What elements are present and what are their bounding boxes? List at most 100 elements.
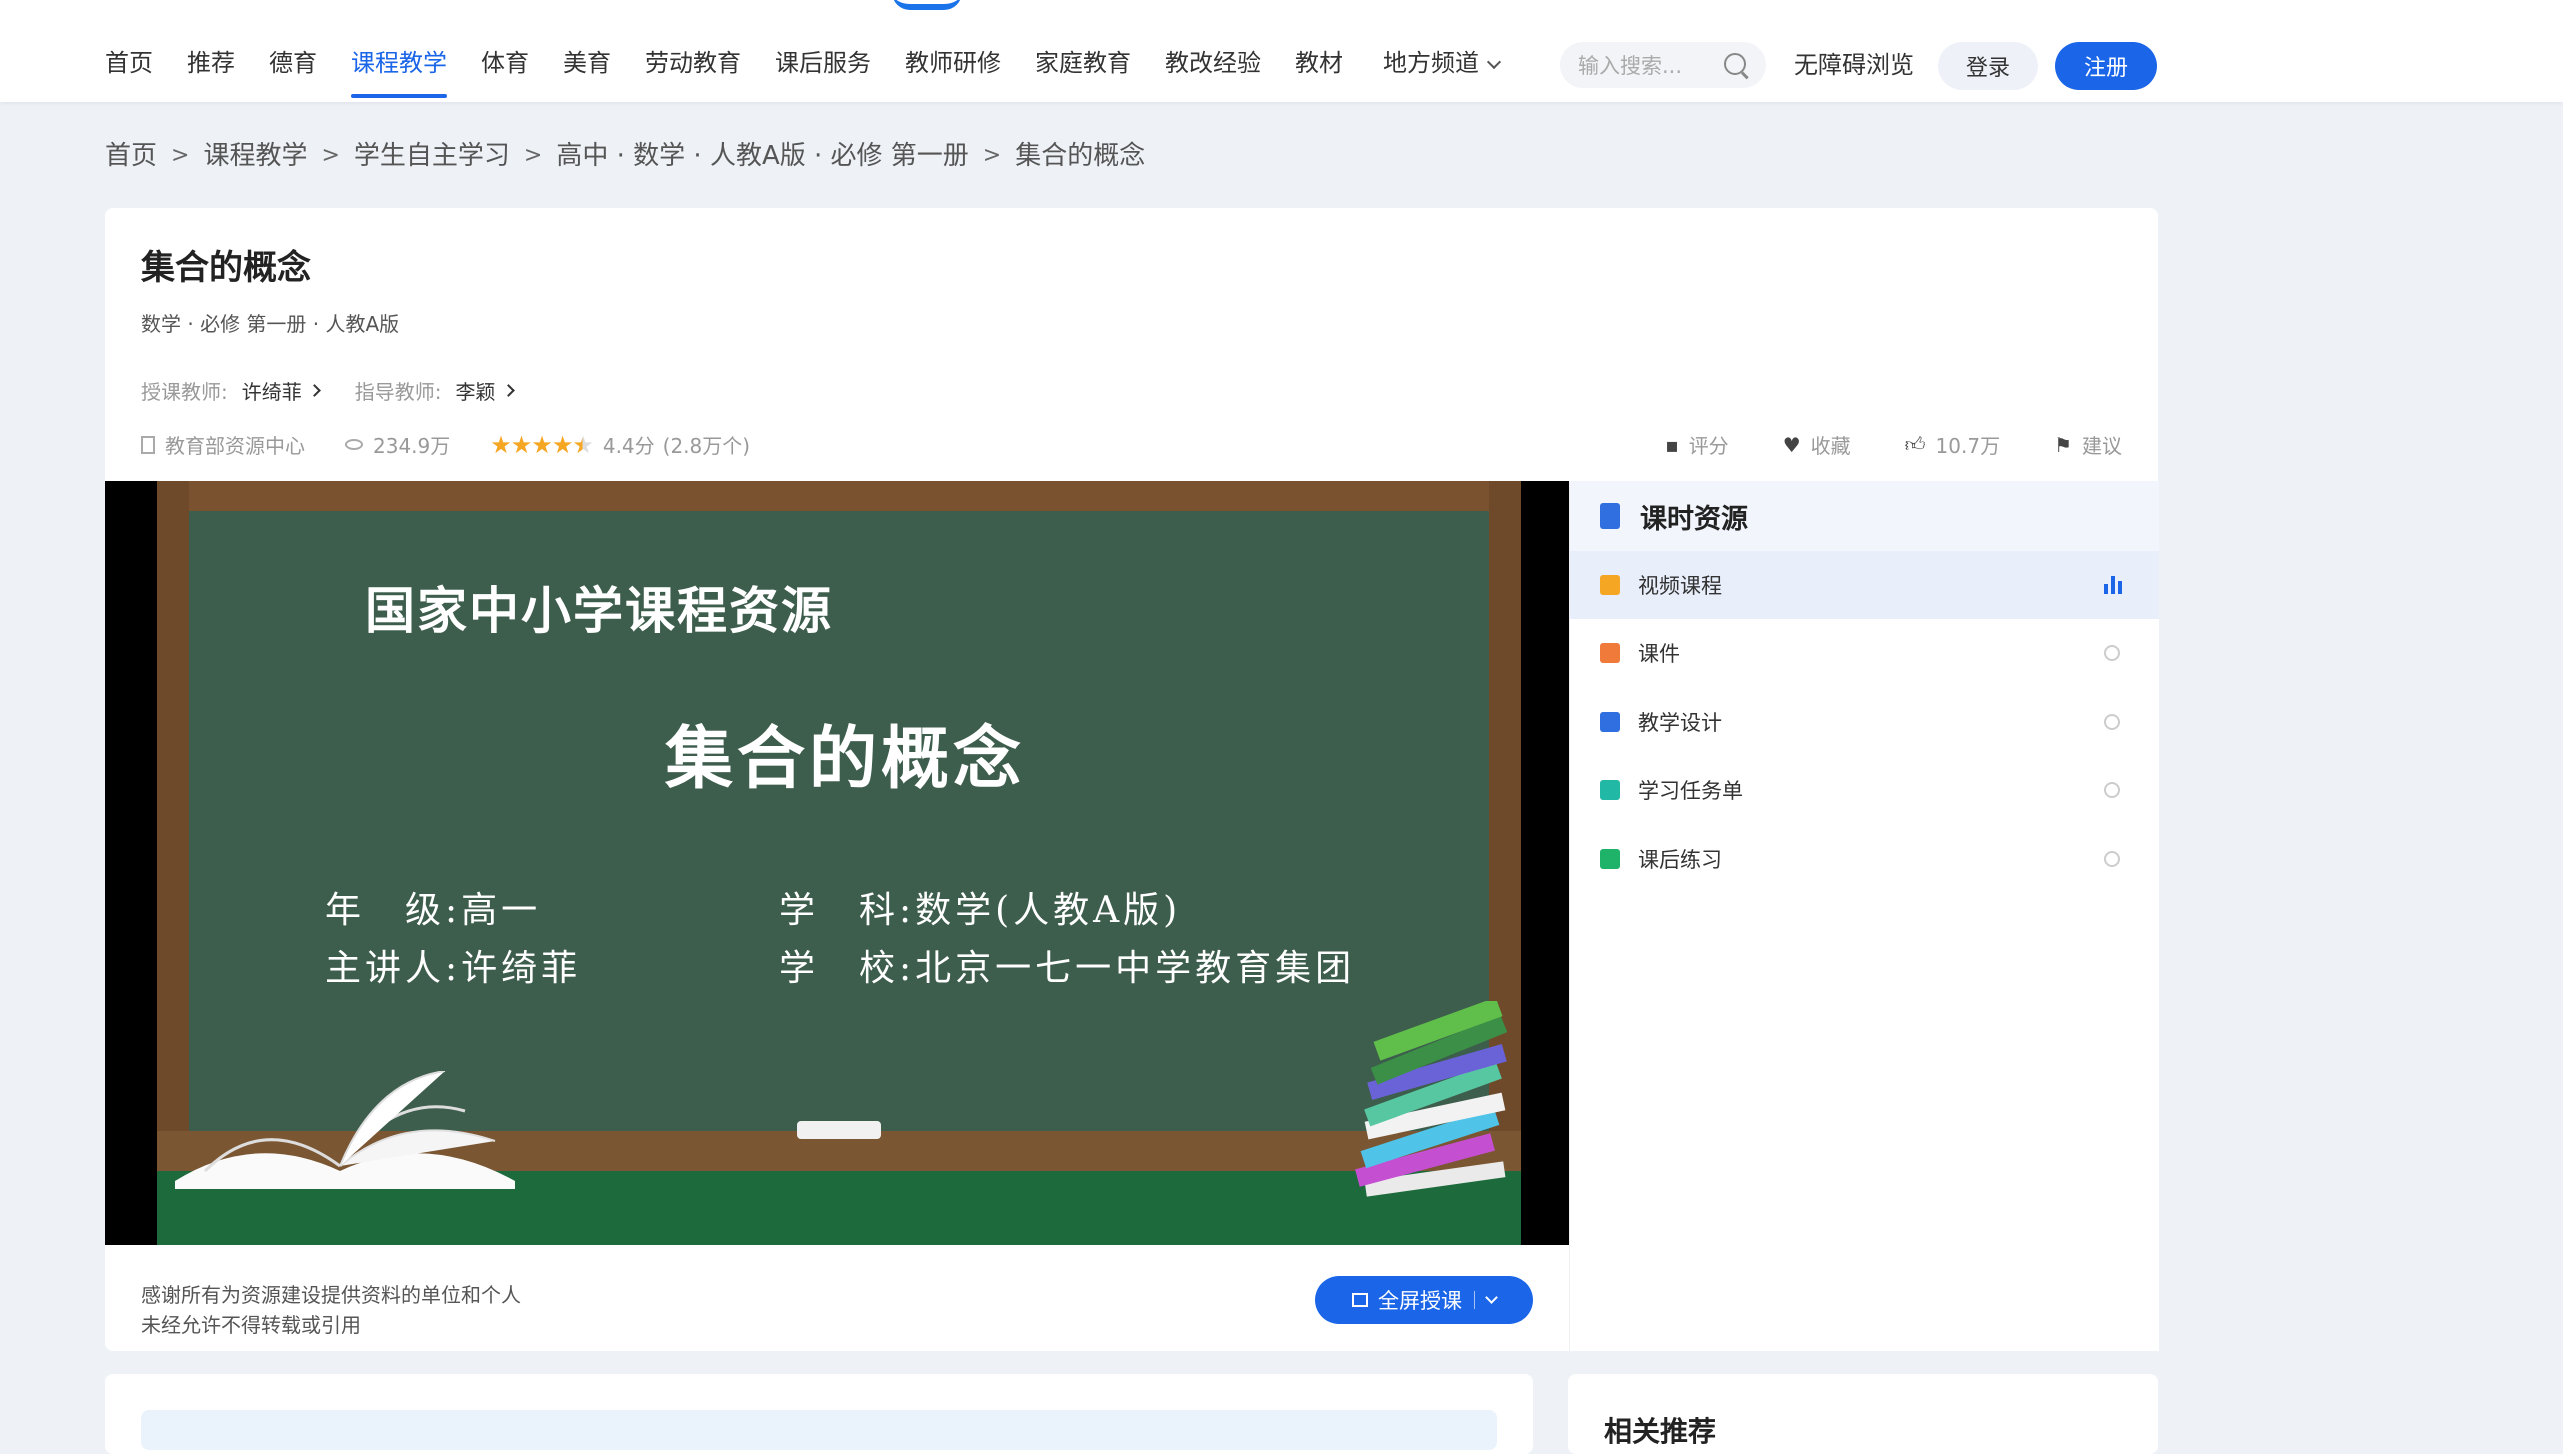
breadcrumb-separator: > [523, 143, 543, 168]
advisor-label: 指导教师: [354, 380, 442, 404]
resource-label: 学习任务单 [1638, 779, 1743, 803]
status-circle-icon [2104, 851, 2120, 867]
heart-icon: ♥ [1782, 432, 1801, 457]
advisor-link[interactable]: 李颖 [456, 376, 496, 405]
grade-value: 高一 [461, 890, 542, 931]
resource-item-exercise[interactable]: 课后练习 [1570, 825, 2159, 893]
video-icon [1600, 575, 1620, 595]
breadcrumb-curriculum[interactable]: 课程教学 [203, 138, 307, 174]
star-rating-icon: ★★★★★ [490, 430, 594, 459]
presentation-icon [1352, 1293, 1368, 1307]
lesson-resources-panel: 课时资源 视频课程 课件 教学设计 学习任务单 课后练习 [1569, 481, 2159, 1351]
favorite-button[interactable]: ♥ 收藏 [1783, 430, 1851, 459]
login-button[interactable]: 登录 [1938, 42, 2038, 90]
eraser-image [797, 1121, 881, 1139]
search-input[interactable] [1576, 50, 1720, 82]
resources-header: 课时资源 [1570, 481, 2159, 551]
nav-item-family[interactable]: 家庭教育 [1035, 46, 1131, 80]
view-count: 234.9万 [345, 430, 450, 459]
clipboard-icon [1600, 780, 1620, 800]
breadcrumb-separator: > [982, 143, 1002, 168]
resource-item-design[interactable]: 教学设计 [1570, 688, 2159, 756]
favorite-label: 收藏 [1810, 434, 1851, 458]
lesson-actions: ▪ 评分 ♥ 收藏 👍︎ 10.7万 ⚑ 建议 [1611, 430, 2122, 459]
rate-button[interactable]: ▪ 评分 [1665, 430, 1729, 459]
chevron-right-icon [501, 384, 515, 397]
nav-item-reform[interactable]: 教改经验 [1165, 46, 1261, 80]
video-player[interactable]: 国家中小学课程资源 集合的概念 年 级:高一 主讲人:许绮菲 学 科:数学(人教… [105, 481, 1569, 1245]
nav-item-moral[interactable]: 德育 [269, 46, 317, 80]
accessibility-link[interactable]: 无障碍浏览 [1794, 48, 1914, 82]
teacher-label: 授课教师: [141, 380, 228, 404]
page-title: 集合的概念 [141, 248, 311, 288]
building-icon [141, 435, 155, 454]
nav-item-labor[interactable]: 劳动教育 [645, 46, 741, 80]
fullscreen-label: 全屏授课 [1378, 1289, 1462, 1313]
nav-item-recommend[interactable]: 推荐 [187, 46, 235, 80]
design-icon [1600, 712, 1620, 732]
teacher-link[interactable]: 许绮菲 [242, 376, 302, 405]
exercise-icon [1600, 849, 1620, 869]
speaker-label: 主讲人: [325, 948, 462, 989]
notice-line-1: 感谢所有为资源建设提供资料的单位和个人 [141, 1283, 521, 1307]
flag-icon: ⚑ [2054, 432, 2072, 457]
lesson-subtitle: 数学 · 必修 第一册 · 人教A版 [141, 312, 400, 336]
chevron-right-icon [307, 384, 321, 397]
nav-item-teacher-training[interactable]: 教师研修 [905, 46, 1001, 80]
copyright-notice: 感谢所有为资源建设提供资料的单位和个人 未经允许不得转载或引用 [141, 1280, 521, 1340]
nav-item-pe[interactable]: 体育 [481, 46, 529, 80]
like-button[interactable]: 👍︎ 10.7万 [1905, 430, 2000, 459]
nav-item-textbook[interactable]: 教材 [1295, 46, 1343, 80]
status-circle-icon [2104, 645, 2120, 661]
nav-item-local-channel-label: 地方频道 [1383, 49, 1479, 77]
video-heading: 国家中小学课程资源 [365, 582, 833, 640]
teacher-info: 授课教师: 许绮菲 指导教师: 李颖 [141, 376, 515, 405]
top-navigation-bar: 首页 推荐 德育 课程教学 体育 美育 劳动教育 课后服务 教师研修 家庭教育 … [0, 0, 2563, 102]
register-button[interactable]: 注册 [2055, 42, 2157, 90]
related-card: 相关推荐 [1568, 1374, 2158, 1454]
rating-score: 4.4分 [602, 434, 655, 458]
video-grade: 年 级:高一 [325, 881, 541, 933]
eye-icon [345, 439, 363, 450]
suggest-label: 建议 [2082, 434, 2122, 458]
resource-item-video[interactable]: 视频课程 [1570, 551, 2159, 619]
rating: ★★★★★ 4.4分 (2.8万个) [490, 430, 750, 459]
board-frame-top [157, 481, 1521, 511]
nav-item-local-channel[interactable]: 地方频道 [1383, 46, 1502, 80]
school-value: 北京一七一中学教育集团 [915, 948, 1356, 989]
breadcrumb-textbook[interactable]: 高中 · 数学 · 人教A版 · 必修 第一册 [556, 138, 968, 174]
document-icon [1600, 503, 1620, 529]
chevron-down-icon[interactable] [1485, 1290, 1498, 1304]
nav-item-arts[interactable]: 美育 [563, 46, 611, 80]
breadcrumb: 首页 > 课程教学 > 学生自主学习 > 高中 · 数学 · 人教A版 · 必修… [105, 138, 1145, 174]
status-circle-icon [2104, 782, 2120, 798]
like-count: 10.7万 [1935, 434, 2001, 458]
rating-count: (2.8万个) [662, 434, 751, 458]
video-lesson-title: 集合的概念 [665, 720, 1026, 799]
breadcrumb-self-study[interactable]: 学生自主学习 [354, 138, 510, 174]
comment-icon: ▪ [1665, 432, 1679, 457]
status-circle-icon [2104, 714, 2120, 730]
notice-line-2: 未经允许不得转载或引用 [141, 1313, 361, 1337]
book-stack-image [1355, 1001, 1508, 1197]
bottom-content-card [105, 1374, 1533, 1454]
chevron-down-icon [1486, 54, 1502, 70]
source-info: 教育部资源中心 [141, 430, 305, 459]
resource-item-slides[interactable]: 课件 [1570, 619, 2159, 687]
resource-item-task-sheet[interactable]: 学习任务单 [1570, 756, 2159, 824]
resource-label: 课件 [1638, 642, 1680, 666]
breadcrumb-home[interactable]: 首页 [105, 138, 157, 174]
suggest-button[interactable]: ⚑ 建议 [2054, 430, 2122, 459]
resource-label: 课后练习 [1638, 848, 1722, 872]
search-icon[interactable] [1724, 53, 1746, 75]
nav-item-home[interactable]: 首页 [105, 46, 153, 80]
grade-label: 年 级: [325, 890, 462, 931]
video-school: 学 校:北京一七一中学教育集团 [779, 939, 1355, 991]
source-text: 教育部资源中心 [165, 434, 305, 458]
banner-placeholder [141, 1410, 1497, 1450]
nav-item-curriculum[interactable]: 课程教学 [351, 46, 447, 98]
fullscreen-teach-button[interactable]: 全屏授课 [1315, 1276, 1533, 1324]
nav-item-afterschool[interactable]: 课后服务 [775, 46, 871, 80]
video-subject: 学 科:数学(人教A版) [779, 881, 1181, 933]
resource-label: 视频课程 [1638, 574, 1722, 598]
